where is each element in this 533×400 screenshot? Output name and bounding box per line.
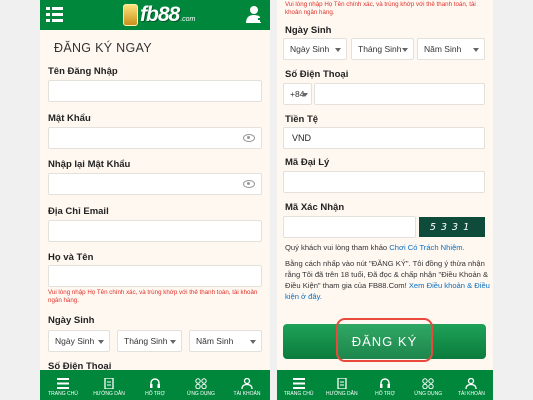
phone-input[interactable] — [314, 83, 485, 105]
page-title: ĐĂNG KÝ NGAY — [54, 41, 152, 55]
nav-guide[interactable]: HƯỚNG DẪN — [86, 370, 132, 400]
apps-icon — [195, 378, 207, 389]
password-input[interactable] — [48, 127, 262, 149]
bottom-nav: TRANG CHỦ HƯỚNG DẪN HỖ TRỢ ỨNG DỤNG TÀI … — [277, 370, 493, 400]
dob-month-select[interactable]: Tháng Sinh — [351, 38, 414, 60]
phone-prefix-select[interactable]: +84 — [283, 83, 312, 105]
left-phone-screen: fb88 .com ĐĂNG KÝ NGAY Tên Đăng Nhập Mật… — [40, 0, 270, 400]
dob-label: Ngày Sinh — [48, 315, 95, 326]
nav-home[interactable]: TRANG CHỦ — [277, 370, 320, 400]
username-label: Tên Đăng Nhập — [48, 66, 118, 77]
agent-code-label: Mã Đại Lý — [285, 157, 330, 168]
nav-account[interactable]: TÀI KHOẢN — [224, 370, 270, 400]
fullname-error: Vui lòng nhập Họ Tên chính xác, và trùng… — [48, 289, 258, 304]
currency-label: Tiền Tệ — [285, 114, 319, 125]
nav-account[interactable]: TÀI KHOẢN — [450, 370, 493, 400]
email-input[interactable] — [48, 220, 262, 242]
chevron-down-icon — [402, 48, 408, 52]
headset-icon — [380, 378, 390, 388]
account-icon — [241, 378, 253, 389]
currency-field[interactable]: VND — [283, 127, 485, 149]
responsible-gaming-note: Quý khách vui lòng tham khảo Chơi Có Trá… — [285, 243, 465, 252]
fullname-error: Vui lòng nhập Họ Tên chính xác, và trùng… — [285, 1, 476, 16]
password-confirm-input[interactable] — [48, 173, 262, 195]
chevron-down-icon — [473, 48, 479, 52]
chevron-down-icon — [302, 93, 308, 97]
dob-year-select[interactable]: Năm Sinh — [189, 330, 262, 352]
dob-month-select[interactable]: Tháng Sinh — [117, 330, 182, 352]
nav-home[interactable]: TRANG CHỦ — [40, 370, 86, 400]
headset-icon — [150, 378, 160, 388]
captcha-image[interactable]: 5331 — [419, 217, 485, 237]
phone-label: Số Điện Thoại — [285, 69, 349, 80]
nav-guide[interactable]: HƯỚNG DẪN — [320, 370, 363, 400]
eye-icon[interactable] — [243, 134, 255, 142]
chevron-down-icon — [335, 48, 341, 52]
app-header: fb88 .com — [40, 0, 270, 30]
captcha-label: Mã Xác Nhận — [285, 202, 345, 213]
bottom-nav: TRANG CHỦ HƯỚNG DẪN HỖ TRỢ ỨNG DỤNG TÀI … — [40, 370, 270, 400]
dob-day-select[interactable]: Ngày Sinh — [48, 330, 110, 352]
responsible-gaming-link[interactable]: Chơi Có Trách Nhiệm. — [389, 243, 464, 252]
home-icon — [57, 378, 69, 389]
agent-code-input[interactable] — [283, 171, 485, 193]
nav-support[interactable]: HỖ TRỢ — [132, 370, 178, 400]
guide-icon — [337, 378, 347, 389]
dob-year-select[interactable]: Năm Sinh — [417, 38, 485, 60]
right-phone-screen: Vui lòng nhập Họ Tên chính xác, và trùng… — [277, 0, 493, 400]
eye-icon[interactable] — [243, 180, 255, 188]
chevron-down-icon — [170, 340, 176, 344]
fullname-input[interactable] — [48, 265, 262, 287]
apps-icon — [422, 378, 434, 389]
logo-badge-icon — [123, 4, 138, 26]
user-add-icon[interactable] — [246, 5, 264, 24]
password-label: Mật Khẩu — [48, 113, 91, 124]
nav-support[interactable]: HỖ TRỢ — [363, 370, 406, 400]
account-icon — [465, 378, 478, 389]
email-label: Địa Chỉ Email — [48, 206, 109, 217]
nav-apps[interactable]: ỨNG DỤNG — [178, 370, 224, 400]
chevron-down-icon — [250, 340, 256, 344]
username-input[interactable] — [48, 80, 262, 102]
menu-icon[interactable] — [46, 7, 63, 22]
terms-note: Bằng cách nhấp vào nút "ĐĂNG KÝ". Tôi đồ… — [285, 259, 490, 301]
chevron-down-icon — [98, 340, 104, 344]
fullname-label: Họ và Tên — [48, 252, 94, 263]
home-icon — [292, 378, 305, 389]
register-highlight-outline — [336, 318, 433, 362]
guide-icon — [104, 378, 114, 389]
fb88-logo[interactable]: fb88 .com — [123, 2, 195, 28]
captcha-input[interactable] — [283, 216, 416, 238]
password-confirm-label: Nhập lại Mật Khẩu — [48, 159, 131, 170]
dob-label: Ngày Sinh — [285, 25, 332, 36]
nav-apps[interactable]: ỨNG DỤNG — [407, 370, 450, 400]
dob-day-select[interactable]: Ngày Sinh — [283, 38, 347, 60]
